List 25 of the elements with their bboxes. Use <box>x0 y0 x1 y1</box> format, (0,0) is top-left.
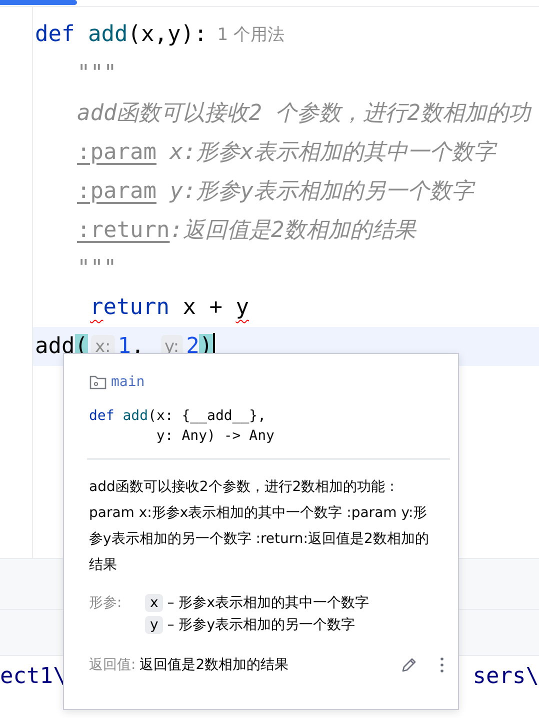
param-description: – 形参y表示相加的另一个数字 <box>167 616 356 634</box>
params-label: 形参: <box>89 594 123 612</box>
returns-label: 返回值: <box>89 656 136 674</box>
more-icon[interactable] <box>440 657 444 673</box>
console-text: ect1\ <box>0 664 66 689</box>
code-text: return x + y <box>90 295 249 320</box>
code-text: :param x:形参x表示相加的其中一个数字 <box>77 138 496 166</box>
description-text: add函数可以接收2个参数，进行2数相加的功能 : param x:形参x表示相加的其中一个数字 :param y:形参y表示相加的另一个数字 :return:返回值是2数相加的结果 <box>89 478 430 575</box>
signature-line: y: Any) -> Any <box>155 427 274 446</box>
code-text: def add(x,y): <box>35 22 208 47</box>
inlay-hint: 1 个用法 <box>217 24 284 46</box>
code-text: """ <box>77 256 117 281</box>
code-text: :return:返回值是2数相加的结果 <box>77 216 416 244</box>
returns-description: 返回值是2数相加的结果 <box>140 656 289 674</box>
signature-line: def add(x: {__add__}, <box>89 407 266 426</box>
code-text: add函数可以接收2 个参数，进行2数相加的功 <box>77 100 530 128</box>
code-text: :param y:形参y表示相加的另一个数字 <box>77 178 474 206</box>
param-name: x <box>145 594 164 612</box>
console-text: sers\ <box>472 664 539 689</box>
folder-icon <box>89 374 107 390</box>
pencil-icon[interactable] <box>400 656 418 674</box>
code-text: """ <box>77 61 117 86</box>
param-name: y <box>145 616 164 634</box>
param-description: – 形参x表示相加的其中一个数字 <box>167 594 370 612</box>
module-name: main <box>111 374 145 390</box>
